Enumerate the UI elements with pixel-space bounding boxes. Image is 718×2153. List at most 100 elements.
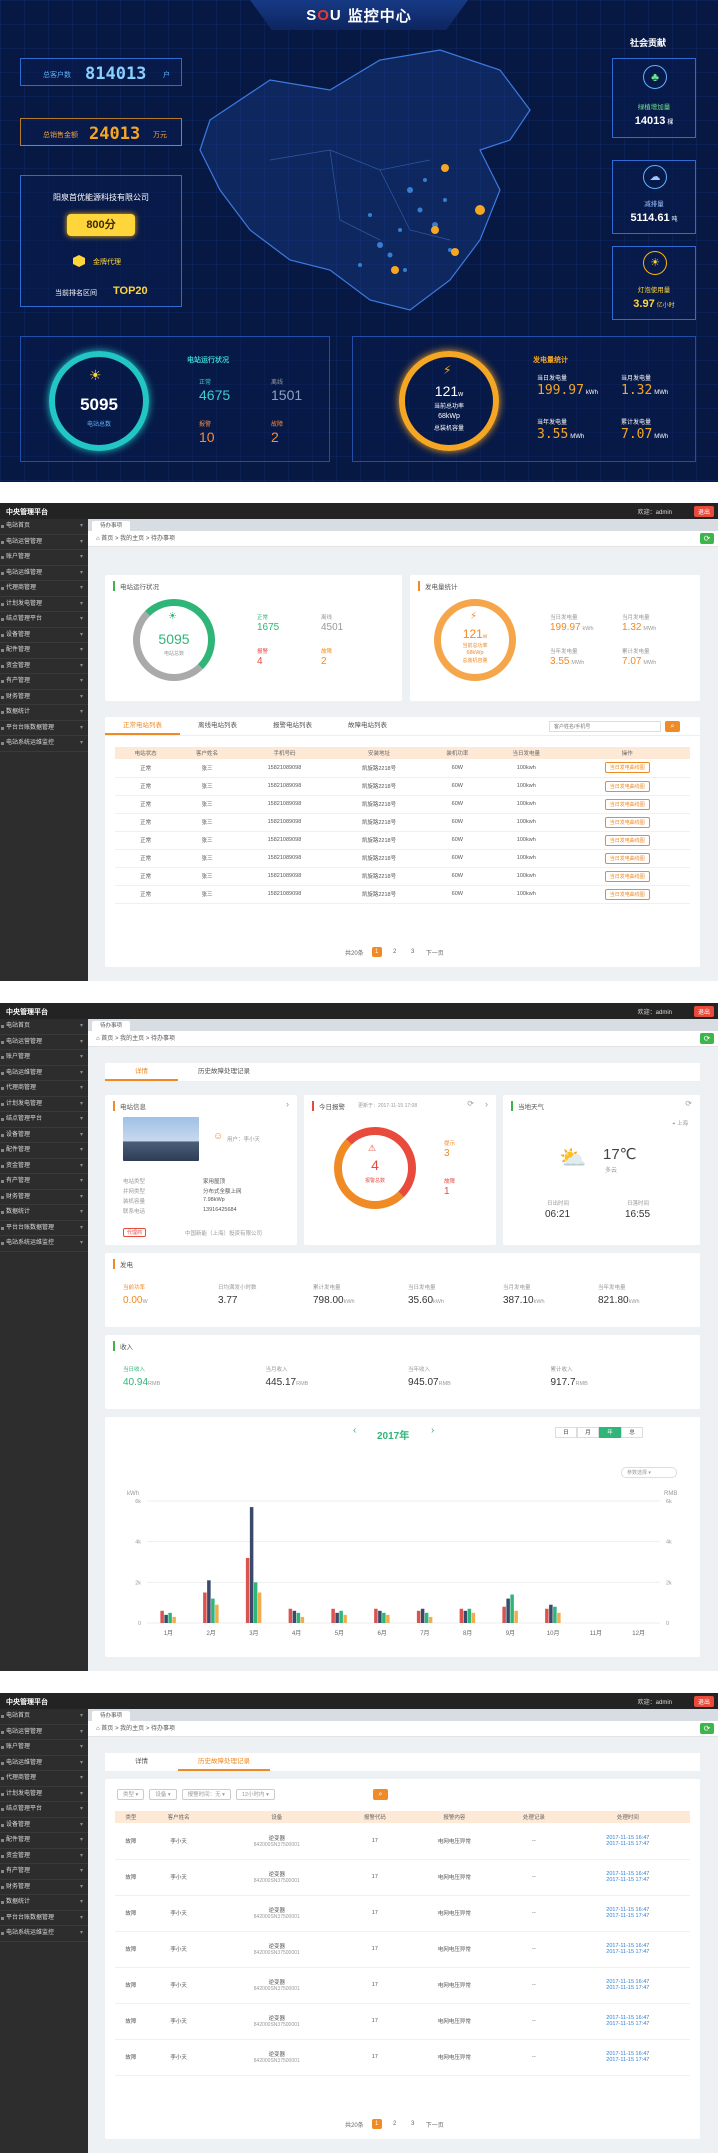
sidebar-item[interactable]: 设备管理 <box>0 1818 88 1833</box>
page-3[interactable]: 3 <box>408 947 418 957</box>
sidebar-item[interactable]: 电站运营管理 <box>0 535 88 550</box>
sidebar-item[interactable]: 资金管理 <box>0 1849 88 1864</box>
sidebar-item[interactable]: 有产管理 <box>0 1864 88 1880</box>
range-total[interactable]: 总 <box>621 1427 643 1438</box>
range-day[interactable]: 日 <box>555 1427 577 1438</box>
sidebar-item[interactable]: 设备管理 <box>0 1128 88 1143</box>
prev-year-icon[interactable]: ‹ <box>353 1425 356 1436</box>
sidebar-item[interactable]: 代理商管理 <box>0 1771 88 1787</box>
sidebar-item[interactable]: 电站运维管理 <box>0 1756 88 1771</box>
tab-normal-stations[interactable]: 正常电站列表 <box>105 717 180 735</box>
chevron-right-icon[interactable]: › <box>286 1099 289 1109</box>
tab-history[interactable]: 历史故障处理记录 <box>178 1753 270 1771</box>
next-page[interactable]: 下一页 <box>426 2120 444 2129</box>
search-button[interactable]: ⌕ <box>373 1789 388 1800</box>
filter-device[interactable]: 设备 ▾ <box>149 1789 177 1800</box>
range-year[interactable]: 年 <box>599 1427 621 1438</box>
sidebar-item[interactable]: 代理商管理 <box>0 1081 88 1097</box>
sidebar-item[interactable]: 资金管理 <box>0 1159 88 1174</box>
sidebar-item[interactable]: 结点管理平台 <box>0 1802 88 1818</box>
sidebar-item[interactable]: 代理商管理 <box>0 581 88 597</box>
sidebar-item[interactable]: 计划发电管理 <box>0 1097 88 1112</box>
sidebar-item[interactable]: 电站运维管理 <box>0 1066 88 1081</box>
sidebar-item[interactable]: 电站首页 <box>0 1019 88 1035</box>
daily-curve-button[interactable]: 当日发电曲线图 <box>604 852 650 864</box>
tab-alarm-stations[interactable]: 报警电站列表 <box>255 717 330 735</box>
sidebar-item[interactable]: 电站运维管理 <box>0 566 88 581</box>
sidebar-item[interactable]: 有产管理 <box>0 674 88 690</box>
refresh-button[interactable]: ⟳ <box>700 1033 714 1044</box>
sidebar-item[interactable]: 电站运营管理 <box>0 1725 88 1740</box>
daily-curve-button[interactable]: 当日发电曲线图 <box>604 780 650 792</box>
sidebar-item[interactable]: 设备管理 <box>0 628 88 643</box>
sidebar-item[interactable]: 资金管理 <box>0 659 88 674</box>
sidebar-item[interactable]: 电站首页 <box>0 1709 88 1725</box>
sidebar-item[interactable]: 账户管理 <box>0 1050 88 1066</box>
sidebar-item[interactable]: 电站系统运维监控 <box>0 1926 88 1942</box>
logout-button[interactable]: 退出 <box>693 506 714 517</box>
sidebar-item[interactable]: 配件管理 <box>0 643 88 659</box>
tab-fault-stations[interactable]: 故障电站列表 <box>330 717 405 735</box>
sidebar-item[interactable]: 数据统计 <box>0 705 88 721</box>
page-2[interactable]: 2 <box>390 2119 400 2129</box>
page-2[interactable]: 2 <box>390 947 400 957</box>
refresh-button[interactable]: ⟳ <box>700 533 714 544</box>
sidebar-item[interactable]: 配件管理 <box>0 1833 88 1849</box>
sidebar-item[interactable]: 配件管理 <box>0 1143 88 1159</box>
sidebar-item[interactable]: 结点管理平台 <box>0 1112 88 1128</box>
tab-todo[interactable]: 待办事项 <box>92 1021 131 1031</box>
daily-curve-button[interactable]: 当日发电曲线图 <box>604 888 650 900</box>
search-button[interactable]: ⌕ <box>665 721 680 732</box>
filter-alarm-time[interactable]: 报警时间：无 ▾ <box>181 1789 231 1800</box>
sidebar-item[interactable]: 财务管理 <box>0 690 88 705</box>
sidebar-item[interactable]: 数据统计 <box>0 1895 88 1911</box>
sidebar-item[interactable]: 计划发电管理 <box>0 597 88 612</box>
filter-range[interactable]: 12小时内 ▾ <box>235 1789 275 1800</box>
crumb-mypage[interactable]: 我的主页 <box>120 1726 144 1732</box>
sidebar-item[interactable]: 有产管理 <box>0 1174 88 1190</box>
sidebar-item[interactable]: 平台台账数据管理 <box>0 721 88 736</box>
tab-detail[interactable]: 详情 <box>105 1753 178 1771</box>
range-month[interactable]: 月 <box>577 1427 599 1438</box>
sidebar-item[interactable]: 账户管理 <box>0 550 88 566</box>
crumb-home[interactable]: 首页 <box>101 1726 113 1732</box>
sidebar-item[interactable]: 电站运营管理 <box>0 1035 88 1050</box>
refresh-icon[interactable]: ⟳ <box>685 1099 692 1108</box>
daily-curve-button[interactable]: 当日发电曲线图 <box>604 816 650 828</box>
crumb-home[interactable]: 首页 <box>101 1036 113 1042</box>
sidebar-item[interactable]: 财务管理 <box>0 1190 88 1205</box>
logout-button[interactable]: 退出 <box>693 1006 714 1017</box>
sidebar-item[interactable]: 财务管理 <box>0 1880 88 1895</box>
sidebar-item[interactable]: 账户管理 <box>0 1740 88 1756</box>
crumb-home[interactable]: 首页 <box>101 536 113 542</box>
sidebar-item[interactable]: 平台台账数据管理 <box>0 1221 88 1236</box>
next-year-icon[interactable]: › <box>431 1425 434 1436</box>
tab-todo[interactable]: 待办事项 <box>92 521 131 531</box>
sidebar-item[interactable]: 结点管理平台 <box>0 612 88 628</box>
tab-history[interactable]: 历史故障处理记录 <box>178 1063 270 1081</box>
daily-curve-button[interactable]: 当日发电曲线图 <box>604 762 650 774</box>
page-1[interactable]: 1 <box>371 947 382 957</box>
sidebar-item[interactable]: 电站首页 <box>0 519 88 535</box>
refresh-button[interactable]: ⟳ <box>700 1723 714 1734</box>
daily-curve-button[interactable]: 当日发电曲线图 <box>604 834 650 846</box>
filter-type[interactable]: 类型 ▾ <box>117 1789 145 1800</box>
sidebar-item[interactable]: 电站系统运维监控 <box>0 736 88 752</box>
sidebar-item[interactable]: 电站系统运维监控 <box>0 1236 88 1252</box>
crumb-mypage[interactable]: 我的主页 <box>120 1036 144 1042</box>
tab-todo[interactable]: 待办事项 <box>92 1711 131 1721</box>
logout-button[interactable]: 退出 <box>693 1696 714 1707</box>
sidebar-item[interactable]: 计划发电管理 <box>0 1787 88 1802</box>
param-select[interactable]: 参数选择 <box>627 1470 647 1476</box>
tab-detail[interactable]: 详情 <box>105 1063 178 1081</box>
search-input[interactable] <box>549 721 661 732</box>
next-page[interactable]: 下一页 <box>426 948 444 957</box>
page-3[interactable]: 3 <box>408 2119 418 2129</box>
daily-curve-button[interactable]: 当日发电曲线图 <box>604 870 650 882</box>
daily-curve-button[interactable]: 当日发电曲线图 <box>604 798 650 810</box>
crumb-mypage[interactable]: 我的主页 <box>120 536 144 542</box>
sidebar-item[interactable]: 平台台账数据管理 <box>0 1911 88 1926</box>
sidebar-item[interactable]: 数据统计 <box>0 1205 88 1221</box>
refresh-icon[interactable]: ⟳ <box>467 1099 474 1108</box>
tab-offline-stations[interactable]: 离线电站列表 <box>180 717 255 735</box>
